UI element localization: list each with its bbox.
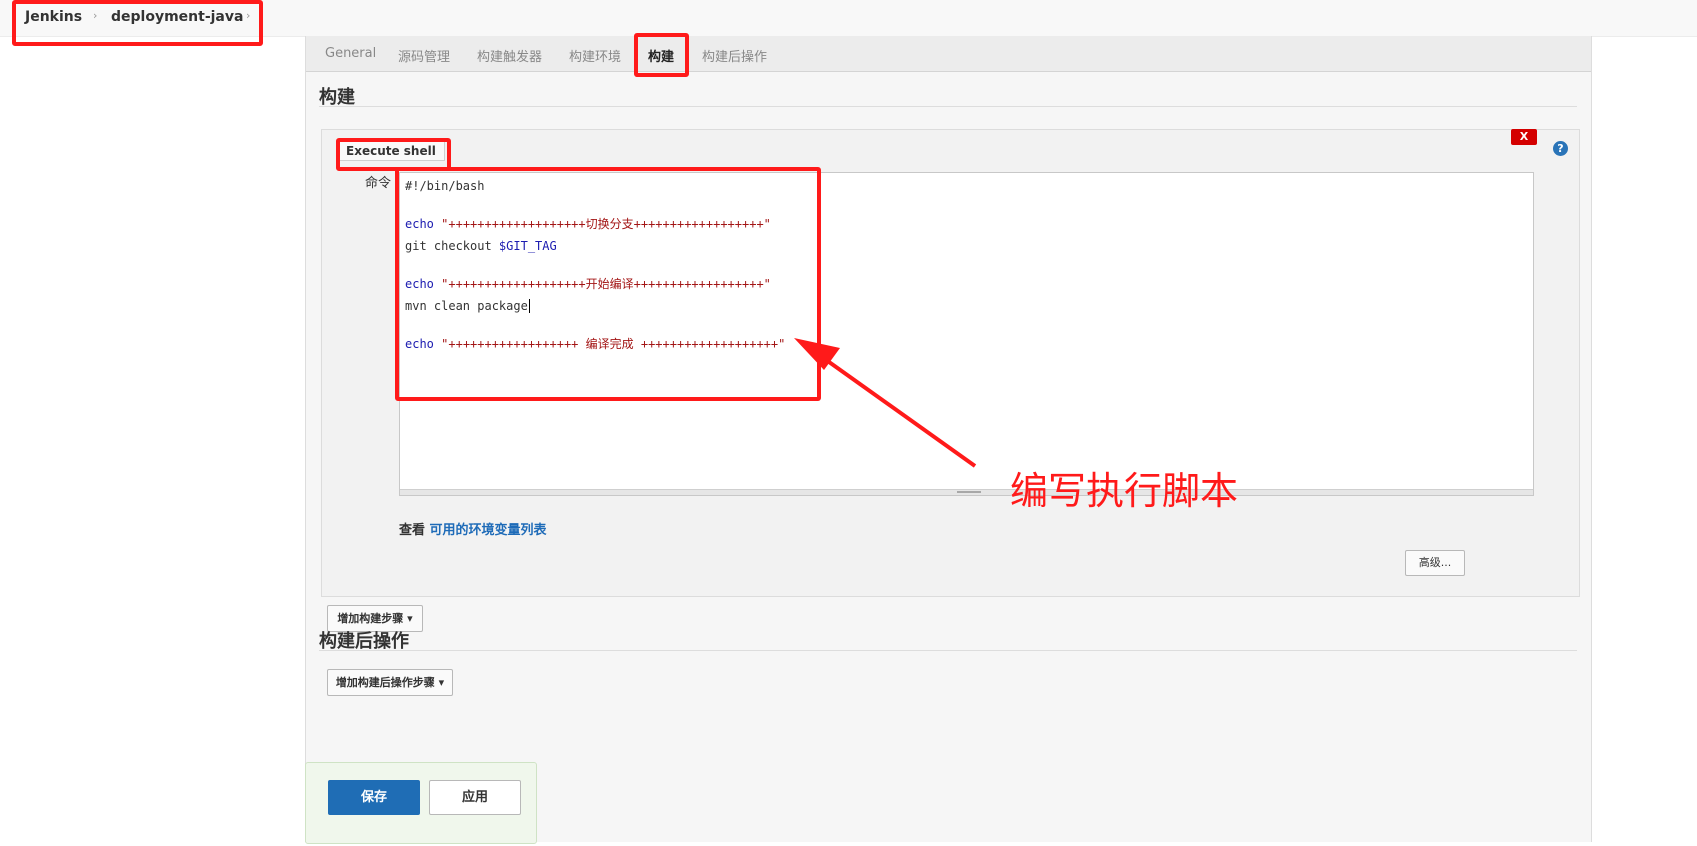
annotation-arrow-icon (794, 338, 977, 468)
annotation-text: 编写执行脚本 (1010, 469, 1239, 513)
